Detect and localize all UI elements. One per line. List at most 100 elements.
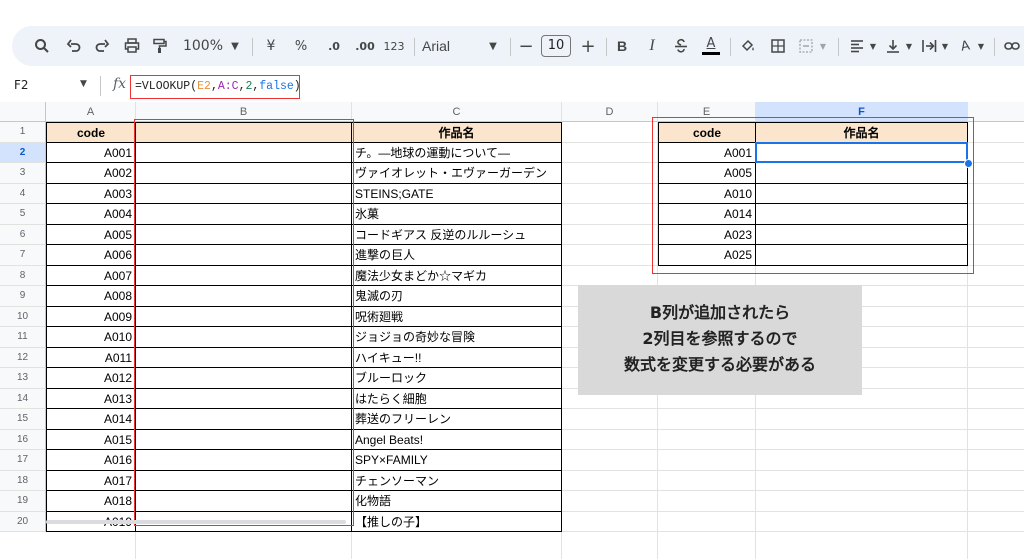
formula-input[interactable]: =VLOOKUP(E2,A:C,2,false) xyxy=(130,75,301,99)
cell-code[interactable]: A009 xyxy=(46,306,136,327)
column-header-c[interactable]: C xyxy=(352,102,562,122)
row-header[interactable]: 12 xyxy=(0,347,46,368)
cell-code[interactable]: A011 xyxy=(46,347,136,368)
table-header-title[interactable]: 作品名 xyxy=(352,122,562,143)
strikethrough-icon[interactable] xyxy=(670,26,692,66)
cell-code[interactable]: A016 xyxy=(46,450,136,471)
cell-code[interactable]: A018 xyxy=(46,491,136,512)
cell-title[interactable]: チ。―地球の運動について― xyxy=(352,142,562,163)
row-header[interactable]: 18 xyxy=(0,470,46,491)
cell-title[interactable]: Angel Beats! xyxy=(352,429,562,450)
horizontal-align-icon[interactable] xyxy=(846,26,868,66)
cell-title[interactable]: コードギアス 反逆のルルーシュ xyxy=(352,224,562,245)
row-header[interactable]: 15 xyxy=(0,409,46,430)
fill-color-icon[interactable] xyxy=(736,26,760,66)
horizontal-align-dropdown-icon[interactable]: ▼ xyxy=(868,26,878,66)
cell-title[interactable]: 氷菓 xyxy=(352,204,562,225)
row-header[interactable]: 19 xyxy=(0,491,46,512)
redo-icon[interactable] xyxy=(90,26,114,66)
cell-code[interactable]: A006 xyxy=(46,245,136,266)
percent-format-button[interactable]: % xyxy=(292,26,310,66)
bold-button[interactable]: B xyxy=(612,26,632,66)
table-header-code[interactable]: code xyxy=(46,122,136,143)
row-header[interactable]: 5 xyxy=(0,204,46,225)
merge-cells-icon[interactable] xyxy=(794,26,818,66)
cell-code[interactable]: A007 xyxy=(46,265,136,286)
borders-icon[interactable] xyxy=(766,26,790,66)
column-header-d[interactable]: D xyxy=(562,102,658,122)
cell-code[interactable]: A003 xyxy=(46,183,136,204)
currency-format-button[interactable]: ¥ xyxy=(262,26,280,66)
text-rotation-button[interactable]: A xyxy=(954,26,976,66)
cell-title[interactable]: 葬送のフリーレン xyxy=(352,409,562,430)
cell-code[interactable]: A013 xyxy=(46,388,136,409)
select-all-corner[interactable] xyxy=(0,102,46,122)
zoom-select[interactable]: 100% xyxy=(180,26,226,66)
increase-decimal-button[interactable]: .00 xyxy=(352,26,378,66)
cell-title[interactable]: チェンソーマン xyxy=(352,470,562,491)
row-header[interactable]: 17 xyxy=(0,450,46,471)
cell-code[interactable]: A004 xyxy=(46,204,136,225)
cell-title[interactable]: 化物語 xyxy=(352,491,562,512)
link-icon[interactable] xyxy=(1002,26,1022,66)
cell-code[interactable]: A015 xyxy=(46,429,136,450)
cell-code[interactable]: A010 xyxy=(46,327,136,348)
cell-title[interactable]: 【推しの子】 xyxy=(352,511,562,532)
column-header-g[interactable] xyxy=(968,102,1024,122)
cell-title[interactable]: 進撃の巨人 xyxy=(352,245,562,266)
row-header[interactable]: 9 xyxy=(0,286,46,307)
cell-title[interactable]: 鬼滅の刃 xyxy=(352,286,562,307)
row-header[interactable]: 10 xyxy=(0,306,46,327)
row-header[interactable]: 3 xyxy=(0,163,46,184)
cell-title[interactable]: SPY×FAMILY xyxy=(352,450,562,471)
text-color-button[interactable]: A xyxy=(700,26,722,66)
decrease-font-size-button[interactable]: − xyxy=(516,26,536,66)
row-header[interactable]: 4 xyxy=(0,183,46,204)
increase-font-size-button[interactable]: + xyxy=(578,26,598,66)
row-header[interactable]: 20 xyxy=(0,511,46,532)
italic-button[interactable]: I xyxy=(642,26,662,66)
merge-dropdown-icon[interactable]: ▼ xyxy=(818,26,828,66)
cell-code[interactable]: A017 xyxy=(46,470,136,491)
cell-title[interactable]: ジョジョの奇妙な冒険 xyxy=(352,327,562,348)
row-header[interactable]: 7 xyxy=(0,245,46,266)
print-icon[interactable] xyxy=(120,26,144,66)
cell-code[interactable]: A002 xyxy=(46,163,136,184)
cell-code[interactable]: A001 xyxy=(46,142,136,163)
row-header[interactable]: 2 xyxy=(0,142,46,163)
column-header-a[interactable]: A xyxy=(46,102,136,122)
vertical-align-dropdown-icon[interactable]: ▼ xyxy=(904,26,914,66)
font-size-input[interactable]: 10 xyxy=(540,26,572,66)
cell-title[interactable]: はたらく細胞 xyxy=(352,388,562,409)
font-family-select[interactable]: Arial xyxy=(422,26,462,66)
row-header[interactable]: 13 xyxy=(0,368,46,389)
horizontal-scrollbar[interactable] xyxy=(46,520,346,524)
row-header[interactable]: 16 xyxy=(0,429,46,450)
cell-code[interactable]: A008 xyxy=(46,286,136,307)
more-formats-button[interactable]: 123 xyxy=(382,26,406,66)
text-wrapping-icon[interactable] xyxy=(918,26,940,66)
row-header[interactable]: 14 xyxy=(0,388,46,409)
paint-format-icon[interactable] xyxy=(148,26,172,66)
cell-title[interactable]: 魔法少女まどか☆マギカ xyxy=(352,265,562,286)
row-header[interactable]: 6 xyxy=(0,224,46,245)
vertical-align-icon[interactable] xyxy=(882,26,904,66)
cell-title[interactable]: STEINS;GATE xyxy=(352,183,562,204)
font-dropdown-icon[interactable]: ▼ xyxy=(486,26,500,66)
cell-title[interactable]: 呪術廻戦 xyxy=(352,306,562,327)
row-header[interactable]: 11 xyxy=(0,327,46,348)
cell-code[interactable]: A014 xyxy=(46,409,136,430)
name-box-dropdown-icon[interactable]: ▼ xyxy=(80,79,87,89)
name-box[interactable]: F2 xyxy=(14,78,29,92)
undo-icon[interactable] xyxy=(62,26,86,66)
cell-title[interactable]: ハイキュー!! xyxy=(352,347,562,368)
zoom-dropdown-icon[interactable]: ▼ xyxy=(228,26,242,66)
cell-code[interactable]: A005 xyxy=(46,224,136,245)
text-wrapping-dropdown-icon[interactable]: ▼ xyxy=(940,26,950,66)
cell-title[interactable]: ブルーロック xyxy=(352,368,562,389)
search-menus-icon[interactable] xyxy=(30,26,54,66)
row-header[interactable]: 8 xyxy=(0,265,46,286)
cell-code[interactable]: A012 xyxy=(46,368,136,389)
cell-title[interactable]: ヴァイオレット・エヴァーガーデン xyxy=(352,163,562,184)
text-rotation-dropdown-icon[interactable]: ▼ xyxy=(976,26,986,66)
